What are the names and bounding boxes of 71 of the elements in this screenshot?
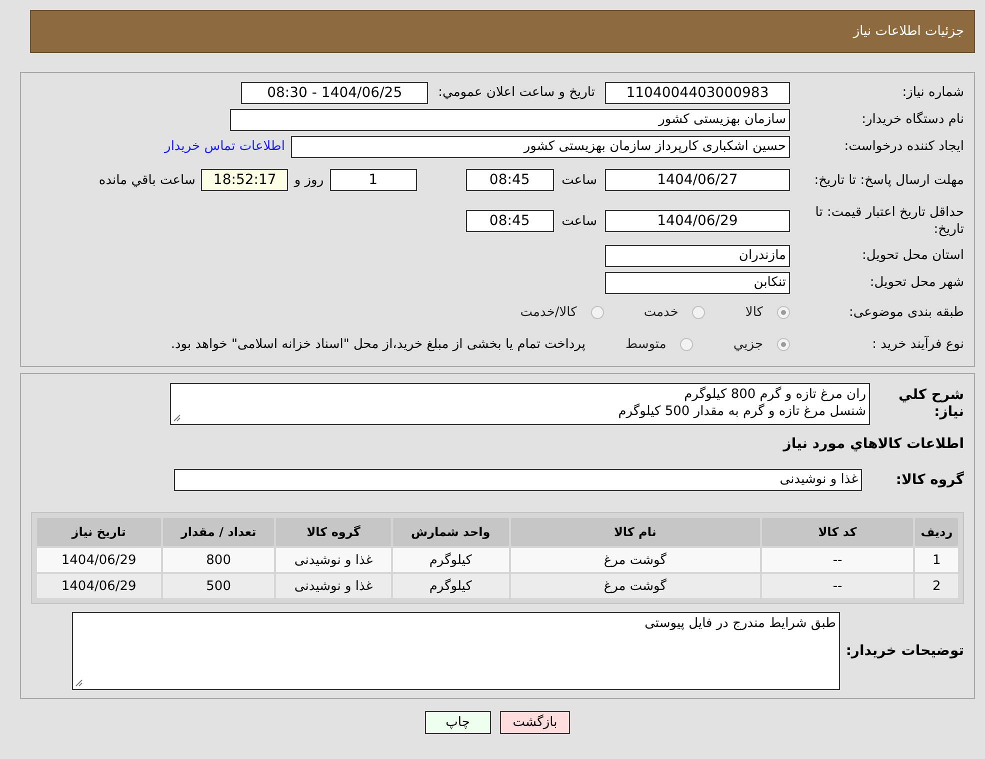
buyer-field[interactable]: سازمان بهزیستی کشور <box>230 108 790 130</box>
section-heading: اطلاعات کالاهاي مورد نیاز <box>782 436 965 452</box>
column-header: واحد شمارش <box>392 518 509 546</box>
radio-label: کالا/خدمت <box>520 304 577 320</box>
need-number-field[interactable]: 1104004403000983 <box>605 82 790 104</box>
time-field[interactable]: 08:45 <box>466 210 554 232</box>
field-label: توضیحات خریدار: <box>844 642 965 660</box>
field-label: گروه کالا: <box>894 472 965 488</box>
days-label: روز و <box>294 172 324 188</box>
table-cell: 500 <box>162 574 274 598</box>
print-button[interactable]: چاپ <box>424 711 491 734</box>
column-header: نام کالا <box>510 518 760 546</box>
province-field[interactable]: مازندران <box>605 244 790 266</box>
radio-button[interactable] <box>680 338 694 350</box>
date-field[interactable]: 1404/06/29 <box>605 210 790 232</box>
days-field[interactable]: 1 <box>330 169 417 191</box>
creator-field[interactable]: حسین اشکباری کارپرداز سازمان بهزیستی کشور <box>291 136 790 158</box>
resize-grip-icon[interactable] <box>173 414 181 422</box>
radio-label: کالا <box>745 304 763 320</box>
resize-grip-icon[interactable] <box>75 679 83 687</box>
field-label: تاریخ و ساعت اعلان عمومي: <box>438 85 595 100</box>
time-label: ساعت <box>562 214 597 228</box>
radio-label: خدمت <box>644 304 678 320</box>
field-label: شرح کلي نیاز: <box>898 387 965 421</box>
column-header: کد کالا <box>762 518 914 546</box>
field-label: حداقل تاریخ اعتبار قیمت: تا تاریخ: <box>814 204 965 238</box>
contact-link[interactable]: اطلاعات تماس خریدار <box>164 139 285 154</box>
city-field[interactable]: تنکابن <box>605 272 790 294</box>
table-cell: 1404/06/29 <box>37 574 161 598</box>
table-cell: کیلوگرم <box>392 548 509 572</box>
field-label: استان محل تحویل: <box>861 247 965 264</box>
table-cell: 2 <box>915 574 958 598</box>
radio-label: جزيي <box>733 336 763 352</box>
column-header: ردیف <box>915 518 958 546</box>
radio-button[interactable] <box>777 306 790 318</box>
table-cell: 1404/06/29 <box>37 548 161 572</box>
table-cell: کیلوگرم <box>392 574 509 598</box>
table-cell: 800 <box>162 548 274 572</box>
time-field[interactable]: 08:45 <box>466 169 554 191</box>
payment-note: پرداخت تمام یا بخشی از مبلغ خرید،از محل "اسناد خزانه اسلامی" خواهد بود. <box>170 336 586 352</box>
announce-field[interactable]: 1404/06/25 - 08:30 <box>241 82 428 104</box>
field-label: شماره نیاز: <box>901 84 965 101</box>
column-header: تاریخ نیاز <box>37 518 161 546</box>
column-header: تعداد / مقدار <box>162 518 274 546</box>
field-label: نام دستگاه خریدار: <box>860 111 965 128</box>
buyer-notes-field[interactable]: طبق شرایط مندرج در فایل پیوستی <box>72 612 840 690</box>
table-cell: -- <box>762 548 914 572</box>
page-title: جزئیات اطلاعات نیاز <box>853 24 964 39</box>
description-field[interactable]: ران مرغ تازه و گرم 800 کیلوگرم شنسل مرغ تازه و گرم به مقدار 500 کیلوگرم <box>170 383 870 425</box>
table-cell: -- <box>762 574 914 598</box>
field-label: شهر محل تحویل: <box>868 274 965 291</box>
radio-label: متوسط <box>625 336 666 352</box>
table-cell: گوشت مرغ <box>510 548 760 572</box>
radio-button[interactable] <box>777 338 790 350</box>
back-button[interactable]: بازگشت <box>500 711 570 734</box>
field-label: نوع فرآیند خرید : <box>871 336 965 352</box>
table-cell: غذا و نوشیدنی <box>276 548 391 572</box>
table-cell: غذا و نوشیدنی <box>276 574 391 598</box>
radio-button[interactable] <box>590 306 604 318</box>
field-label: ایجاد کننده درخواست: <box>843 138 965 155</box>
table-cell: گوشت مرغ <box>510 574 760 598</box>
goods-group-field[interactable]: غذا و نوشیدنی <box>174 469 862 491</box>
column-header: گروه کالا <box>276 518 391 546</box>
radio-button[interactable] <box>692 306 706 318</box>
remaining-label: ساعت باقي مانده <box>98 172 196 188</box>
field-label: طبقه بندی موضوعی: <box>848 304 965 320</box>
date-field[interactable]: 1404/06/27 <box>605 169 790 191</box>
remaining-time-field: 18:52:17 <box>201 169 288 191</box>
field-label: مهلت ارسال پاسخ: تا تاریخ: <box>813 172 965 188</box>
time-label: ساعت <box>562 172 597 188</box>
table-cell: 1 <box>915 548 958 572</box>
